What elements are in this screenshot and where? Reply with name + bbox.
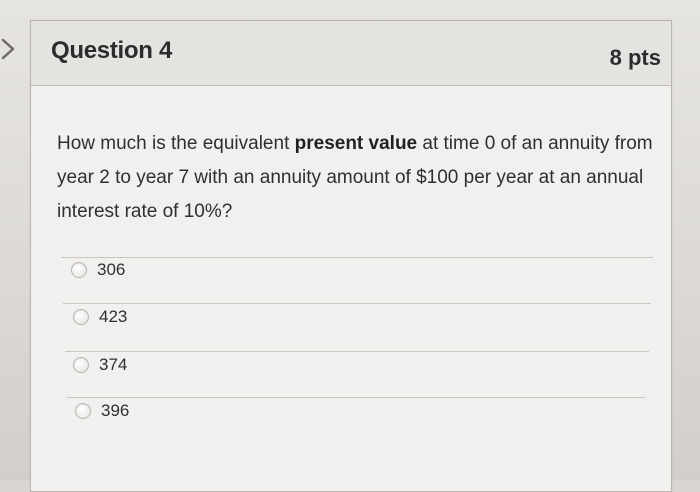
answer-option[interactable]: 306: [71, 258, 125, 282]
collapse-toggle-button[interactable]: [0, 34, 22, 64]
question-header: Question 4 8 pts: [31, 21, 671, 86]
question-text: How much is the equivalent present value…: [57, 127, 657, 229]
answer-divider: [61, 257, 653, 258]
question-text-part: How much is the equivalent: [57, 133, 295, 154]
answer-divider: [67, 397, 645, 398]
answer-label: 396: [101, 401, 130, 420]
answer-label: 306: [97, 260, 126, 279]
quiz-page: Question 4 8 pts How much is the equival…: [0, 0, 700, 492]
answer-option[interactable]: 374: [73, 353, 127, 377]
answer-label: 374: [99, 355, 128, 374]
answer-divider: [63, 303, 651, 304]
question-points: 8 pts: [609, 45, 661, 70]
answer-option[interactable]: 396: [75, 399, 129, 423]
radio-unchecked-icon[interactable]: [71, 262, 87, 278]
chevron-right-icon: [1, 38, 15, 60]
question-card: Question 4 8 pts How much is the equival…: [30, 20, 672, 492]
answer-label: 423: [99, 307, 128, 326]
radio-unchecked-icon[interactable]: [75, 403, 91, 419]
answer-option[interactable]: 423: [73, 305, 127, 329]
radio-unchecked-icon[interactable]: [73, 357, 89, 373]
question-title: Question 4: [51, 37, 173, 64]
radio-unchecked-icon[interactable]: [73, 309, 89, 325]
answer-divider: [65, 351, 649, 352]
question-text-emphasis: present value: [294, 133, 418, 154]
